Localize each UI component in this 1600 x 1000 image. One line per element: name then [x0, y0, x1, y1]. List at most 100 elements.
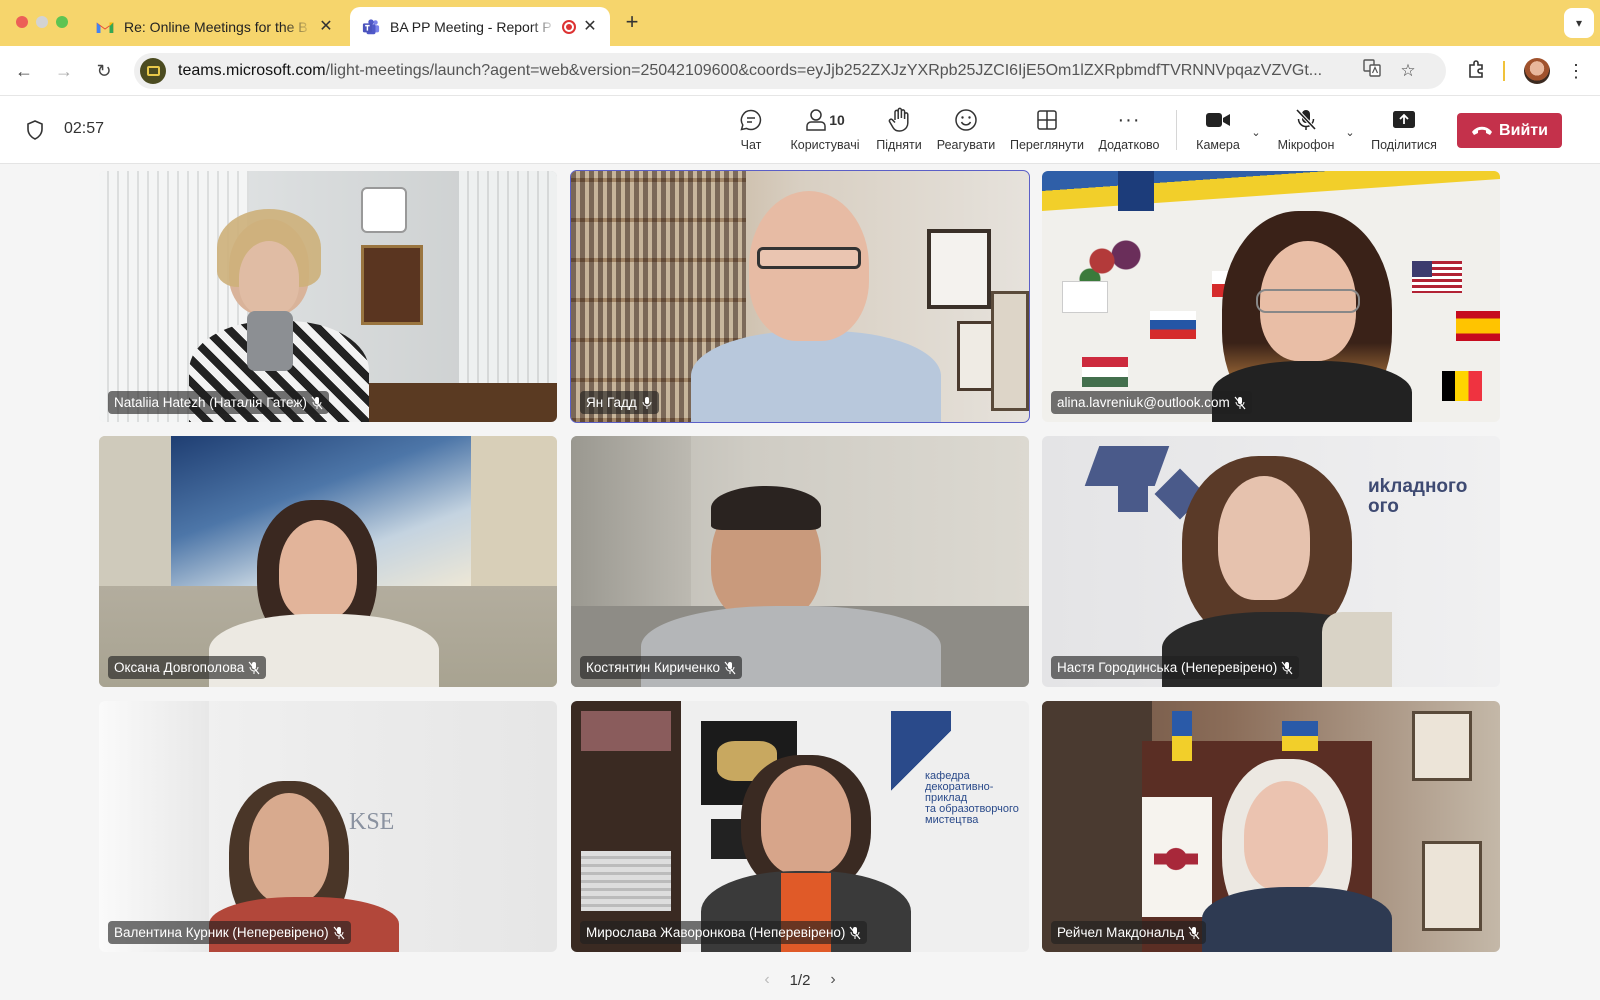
close-window-button[interactable] [16, 16, 28, 28]
close-tab-icon[interactable]: ✕ [318, 18, 334, 35]
gmail-icon [96, 22, 114, 33]
toolbar-divider [1503, 61, 1505, 81]
people-icon: 10 [805, 106, 845, 134]
more-button[interactable]: ··· Додатково [1096, 106, 1162, 156]
more-label: Додатково [1098, 138, 1160, 152]
leave-button[interactable]: Вийти [1457, 113, 1562, 148]
maximize-window-button[interactable] [56, 16, 68, 28]
browser-toolbar: ← → ↻ teams.microsoft.com/light-meetings… [0, 46, 1600, 96]
shield-icon [27, 120, 43, 140]
back-icon[interactable]: ← [12, 59, 36, 83]
mic-off-icon [248, 661, 260, 674]
recording-icon [562, 19, 576, 34]
raise-hand-icon [887, 106, 911, 134]
participant-name: alina.lavreniuk@outlook.com [1057, 395, 1230, 410]
bookmark-star-icon[interactable]: ☆ [1396, 59, 1420, 83]
tab-search-button[interactable]: ▾ [1564, 8, 1594, 38]
participant-name-tag: alina.lavreniuk@outlook.com [1051, 391, 1252, 414]
video-feed [1042, 701, 1500, 952]
participant-tile[interactable]: Оксана Довгополова [99, 436, 557, 687]
hang-up-icon [1472, 126, 1493, 135]
react-label: Реагувати [936, 138, 996, 152]
video-feed: кафедра декоративно-приклад та образотворч… [571, 701, 1029, 952]
video-grid: Nataliia Hatezh (Наталія Гатеж) Ян Гадд [0, 165, 1600, 960]
meeting-timer: 02:57 [64, 120, 105, 137]
leave-label: Вийти [1499, 121, 1548, 139]
people-button[interactable]: 10 Користувачі [786, 106, 864, 156]
next-page-chevron-icon[interactable]: › [826, 971, 840, 989]
extensions-icon[interactable] [1464, 59, 1488, 83]
participant-name: Рейчел Макдональд [1057, 925, 1185, 940]
video-feed: иkладного ого [1042, 436, 1500, 687]
mic-off-icon [1295, 106, 1317, 134]
camera-button[interactable]: Камера [1192, 106, 1244, 156]
mic-off-icon [333, 926, 345, 939]
mic-label: Мікрофон [1277, 138, 1335, 152]
mic-options-chevron-icon[interactable]: ⌄ [1344, 126, 1356, 139]
participant-name: Костянтин Кириченко [586, 660, 721, 675]
tab-title: BA PP Meeting - Report P [390, 18, 552, 35]
participant-tile[interactable]: Рейчел Макдональд [1042, 701, 1500, 952]
people-label: Користувачі [790, 138, 860, 152]
video-feed [571, 436, 1029, 687]
view-label: Переглянути [1009, 138, 1085, 152]
mic-button[interactable]: Мікрофон [1274, 106, 1338, 156]
chat-button[interactable]: Чат [735, 106, 767, 156]
camera-options-chevron-icon[interactable]: ⌄ [1250, 126, 1262, 139]
gallery-pager: ‹ 1/2 › [760, 967, 840, 993]
participant-name-tag: Мирослава Жаворонкова (Неперевірено) [580, 921, 868, 944]
grid-view-icon [1035, 106, 1059, 134]
tab-title: Re: Online Meetings for the B [124, 18, 308, 35]
people-count: 10 [829, 112, 845, 128]
teams-icon [362, 18, 380, 34]
mic-off-icon [1281, 661, 1293, 674]
participant-name-tag: Ян Гадд [580, 391, 659, 414]
share-button[interactable]: Поділитися [1369, 106, 1439, 156]
url-text[interactable]: teams.microsoft.com/light-meetings/launc… [178, 62, 1348, 80]
participant-tile[interactable]: alina.lavreniuk@outlook.com [1042, 171, 1500, 422]
toolbar-separator [1176, 110, 1177, 150]
meeting-header: 02:57 Чат 10 Користувачі Підняти Реагува… [0, 96, 1600, 164]
camera-label: Камера [1196, 138, 1240, 152]
mic-off-icon [1188, 926, 1200, 939]
video-feed [571, 171, 1029, 422]
url-host: teams.microsoft.com [178, 62, 326, 79]
participant-name: Валентина Курник (Неперевірено) [114, 925, 329, 940]
previous-page-chevron-icon[interactable]: ‹ [760, 971, 774, 989]
profile-avatar[interactable] [1524, 58, 1550, 84]
video-feed [1042, 171, 1500, 422]
chat-label: Чат [740, 138, 762, 152]
participant-name: Настя Городинська (Неперевірено) [1057, 660, 1278, 675]
address-bar[interactable]: teams.microsoft.com/light-meetings/launc… [134, 53, 1446, 89]
site-info-icon[interactable] [140, 58, 166, 84]
browser-tab-teams[interactable]: BA PP Meeting - Report P ✕ [350, 7, 610, 46]
reload-icon[interactable]: ↻ [92, 59, 116, 83]
react-button[interactable]: Реагувати [934, 106, 998, 156]
participant-tile[interactable]: Nataliia Hatezh (Наталія Гатеж) [99, 171, 557, 422]
participant-name-tag: Nataliia Hatezh (Наталія Гатеж) [108, 391, 329, 414]
view-button[interactable]: Переглянути [1007, 106, 1087, 156]
participant-name: Ян Гадд [586, 395, 637, 410]
participant-tile[interactable]: иkладного ого Настя Городинська (Неперев… [1042, 436, 1500, 687]
minimize-window-button[interactable] [36, 16, 48, 28]
mic-off-icon [724, 661, 736, 674]
participant-name: Nataliia Hatezh (Наталія Гатеж) [114, 395, 307, 410]
participant-tile[interactable]: кафедра декоративно-приклад та образотворч… [571, 701, 1029, 952]
camera-icon [1205, 106, 1231, 134]
mic-off-icon [1234, 396, 1246, 409]
participant-tile-active-speaker[interactable]: Ян Гадд [570, 170, 1030, 423]
participant-tile[interactable]: KSE Валентина Курник (Неперевірено) [99, 701, 557, 952]
video-feed [99, 171, 557, 422]
new-tab-button[interactable]: + [620, 10, 644, 34]
browser-tab-gmail[interactable]: Re: Online Meetings for the B ✕ [84, 7, 346, 46]
forward-icon[interactable]: → [52, 59, 76, 83]
translate-icon[interactable] [1360, 59, 1384, 83]
participant-name-tag: Рейчел Макдональд [1051, 921, 1207, 944]
chat-icon [739, 106, 763, 134]
participant-tile[interactable]: Костянтин Кириченко [571, 436, 1029, 687]
close-tab-icon[interactable]: ✕ [582, 18, 598, 35]
participant-name-tag: Настя Городинська (Неперевірено) [1051, 656, 1300, 679]
browser-menu-icon[interactable]: ⋮ [1566, 59, 1586, 83]
raise-hand-button[interactable]: Підняти [874, 106, 924, 156]
share-icon [1392, 106, 1416, 134]
